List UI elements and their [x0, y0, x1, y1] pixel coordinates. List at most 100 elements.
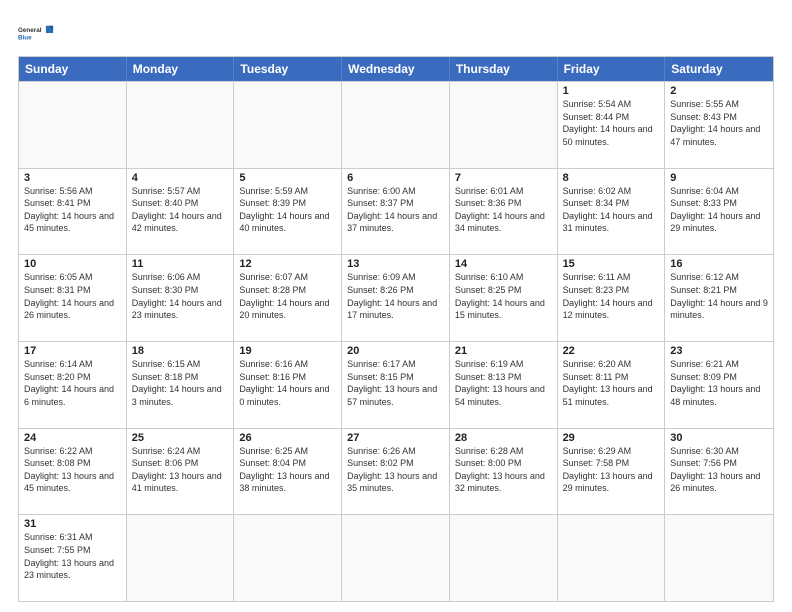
- calendar-cell: 1Sunrise: 5:54 AM Sunset: 8:44 PM Daylig…: [558, 82, 666, 168]
- logo: GeneralBlue: [18, 18, 54, 48]
- calendar-cell: [665, 515, 773, 601]
- cell-info: Sunrise: 6:20 AM Sunset: 8:11 PM Dayligh…: [563, 358, 660, 408]
- cell-info: Sunrise: 6:24 AM Sunset: 8:06 PM Dayligh…: [132, 445, 229, 495]
- calendar-cell: 9Sunrise: 6:04 AM Sunset: 8:33 PM Daylig…: [665, 169, 773, 255]
- header: GeneralBlue: [18, 18, 774, 48]
- calendar-row-5: 31Sunrise: 6:31 AM Sunset: 7:55 PM Dayli…: [19, 514, 773, 601]
- calendar-row-0: 1Sunrise: 5:54 AM Sunset: 8:44 PM Daylig…: [19, 81, 773, 168]
- day-number: 11: [132, 258, 229, 270]
- calendar-cell: 27Sunrise: 6:26 AM Sunset: 8:02 PM Dayli…: [342, 429, 450, 515]
- cell-info: Sunrise: 6:29 AM Sunset: 7:58 PM Dayligh…: [563, 445, 660, 495]
- day-number: 6: [347, 172, 444, 184]
- day-number: 19: [239, 345, 336, 357]
- cell-info: Sunrise: 6:06 AM Sunset: 8:30 PM Dayligh…: [132, 271, 229, 321]
- calendar-cell: 23Sunrise: 6:21 AM Sunset: 8:09 PM Dayli…: [665, 342, 773, 428]
- day-number: 14: [455, 258, 552, 270]
- cell-info: Sunrise: 6:05 AM Sunset: 8:31 PM Dayligh…: [24, 271, 121, 321]
- day-number: 20: [347, 345, 444, 357]
- calendar-cell: 19Sunrise: 6:16 AM Sunset: 8:16 PM Dayli…: [234, 342, 342, 428]
- calendar-cell: [127, 515, 235, 601]
- calendar-cell: 3Sunrise: 5:56 AM Sunset: 8:41 PM Daylig…: [19, 169, 127, 255]
- cell-info: Sunrise: 6:28 AM Sunset: 8:00 PM Dayligh…: [455, 445, 552, 495]
- cell-info: Sunrise: 6:04 AM Sunset: 8:33 PM Dayligh…: [670, 185, 768, 235]
- calendar-cell: 29Sunrise: 6:29 AM Sunset: 7:58 PM Dayli…: [558, 429, 666, 515]
- calendar-cell: 7Sunrise: 6:01 AM Sunset: 8:36 PM Daylig…: [450, 169, 558, 255]
- day-number: 8: [563, 172, 660, 184]
- cell-info: Sunrise: 6:14 AM Sunset: 8:20 PM Dayligh…: [24, 358, 121, 408]
- calendar-cell: [450, 515, 558, 601]
- calendar-row-3: 17Sunrise: 6:14 AM Sunset: 8:20 PM Dayli…: [19, 341, 773, 428]
- cell-info: Sunrise: 6:09 AM Sunset: 8:26 PM Dayligh…: [347, 271, 444, 321]
- cell-info: Sunrise: 6:26 AM Sunset: 8:02 PM Dayligh…: [347, 445, 444, 495]
- calendar-cell: 8Sunrise: 6:02 AM Sunset: 8:34 PM Daylig…: [558, 169, 666, 255]
- calendar-cell: 30Sunrise: 6:30 AM Sunset: 7:56 PM Dayli…: [665, 429, 773, 515]
- day-number: 16: [670, 258, 768, 270]
- cell-info: Sunrise: 6:19 AM Sunset: 8:13 PM Dayligh…: [455, 358, 552, 408]
- day-number: 28: [455, 432, 552, 444]
- day-number: 27: [347, 432, 444, 444]
- day-number: 21: [455, 345, 552, 357]
- cell-info: Sunrise: 6:25 AM Sunset: 8:04 PM Dayligh…: [239, 445, 336, 495]
- day-number: 10: [24, 258, 121, 270]
- calendar-cell: 16Sunrise: 6:12 AM Sunset: 8:21 PM Dayli…: [665, 255, 773, 341]
- cell-info: Sunrise: 6:17 AM Sunset: 8:15 PM Dayligh…: [347, 358, 444, 408]
- calendar-cell: [450, 82, 558, 168]
- day-number: 4: [132, 172, 229, 184]
- cell-info: Sunrise: 6:12 AM Sunset: 8:21 PM Dayligh…: [670, 271, 768, 321]
- cell-info: Sunrise: 6:22 AM Sunset: 8:08 PM Dayligh…: [24, 445, 121, 495]
- weekday-header-sunday: Sunday: [19, 57, 127, 81]
- day-number: 5: [239, 172, 336, 184]
- calendar-body: 1Sunrise: 5:54 AM Sunset: 8:44 PM Daylig…: [19, 81, 773, 601]
- day-number: 2: [670, 85, 768, 97]
- calendar-cell: 14Sunrise: 6:10 AM Sunset: 8:25 PM Dayli…: [450, 255, 558, 341]
- calendar-cell: [234, 515, 342, 601]
- day-number: 12: [239, 258, 336, 270]
- calendar-cell: [342, 515, 450, 601]
- cell-info: Sunrise: 5:55 AM Sunset: 8:43 PM Dayligh…: [670, 98, 768, 148]
- cell-info: Sunrise: 6:01 AM Sunset: 8:36 PM Dayligh…: [455, 185, 552, 235]
- calendar-cell: [342, 82, 450, 168]
- calendar: SundayMondayTuesdayWednesdayThursdayFrid…: [18, 56, 774, 602]
- weekday-header-wednesday: Wednesday: [342, 57, 450, 81]
- svg-text:Blue: Blue: [18, 34, 32, 41]
- day-number: 1: [563, 85, 660, 97]
- calendar-cell: 12Sunrise: 6:07 AM Sunset: 8:28 PM Dayli…: [234, 255, 342, 341]
- day-number: 7: [455, 172, 552, 184]
- calendar-cell: 17Sunrise: 6:14 AM Sunset: 8:20 PM Dayli…: [19, 342, 127, 428]
- day-number: 15: [563, 258, 660, 270]
- day-number: 31: [24, 518, 121, 530]
- day-number: 30: [670, 432, 768, 444]
- cell-info: Sunrise: 6:15 AM Sunset: 8:18 PM Dayligh…: [132, 358, 229, 408]
- calendar-row-4: 24Sunrise: 6:22 AM Sunset: 8:08 PM Dayli…: [19, 428, 773, 515]
- calendar-cell: 25Sunrise: 6:24 AM Sunset: 8:06 PM Dayli…: [127, 429, 235, 515]
- day-number: 9: [670, 172, 768, 184]
- cell-info: Sunrise: 6:11 AM Sunset: 8:23 PM Dayligh…: [563, 271, 660, 321]
- cell-info: Sunrise: 6:00 AM Sunset: 8:37 PM Dayligh…: [347, 185, 444, 235]
- calendar-cell: 4Sunrise: 5:57 AM Sunset: 8:40 PM Daylig…: [127, 169, 235, 255]
- calendar-cell: 15Sunrise: 6:11 AM Sunset: 8:23 PM Dayli…: [558, 255, 666, 341]
- cell-info: Sunrise: 5:57 AM Sunset: 8:40 PM Dayligh…: [132, 185, 229, 235]
- svg-text:General: General: [18, 27, 42, 34]
- calendar-row-2: 10Sunrise: 6:05 AM Sunset: 8:31 PM Dayli…: [19, 254, 773, 341]
- calendar-cell: 26Sunrise: 6:25 AM Sunset: 8:04 PM Dayli…: [234, 429, 342, 515]
- calendar-header-row: SundayMondayTuesdayWednesdayThursdayFrid…: [19, 57, 773, 81]
- cell-info: Sunrise: 6:07 AM Sunset: 8:28 PM Dayligh…: [239, 271, 336, 321]
- calendar-cell: 5Sunrise: 5:59 AM Sunset: 8:39 PM Daylig…: [234, 169, 342, 255]
- cell-info: Sunrise: 5:59 AM Sunset: 8:39 PM Dayligh…: [239, 185, 336, 235]
- cell-info: Sunrise: 6:10 AM Sunset: 8:25 PM Dayligh…: [455, 271, 552, 321]
- weekday-header-friday: Friday: [558, 57, 666, 81]
- calendar-cell: 11Sunrise: 6:06 AM Sunset: 8:30 PM Dayli…: [127, 255, 235, 341]
- cell-info: Sunrise: 6:31 AM Sunset: 7:55 PM Dayligh…: [24, 531, 121, 581]
- calendar-cell: 2Sunrise: 5:55 AM Sunset: 8:43 PM Daylig…: [665, 82, 773, 168]
- cell-info: Sunrise: 6:16 AM Sunset: 8:16 PM Dayligh…: [239, 358, 336, 408]
- calendar-cell: 21Sunrise: 6:19 AM Sunset: 8:13 PM Dayli…: [450, 342, 558, 428]
- calendar-cell: [234, 82, 342, 168]
- calendar-cell: 18Sunrise: 6:15 AM Sunset: 8:18 PM Dayli…: [127, 342, 235, 428]
- day-number: 25: [132, 432, 229, 444]
- generalblue-logo-icon: GeneralBlue: [18, 18, 54, 48]
- calendar-cell: 13Sunrise: 6:09 AM Sunset: 8:26 PM Dayli…: [342, 255, 450, 341]
- day-number: 3: [24, 172, 121, 184]
- day-number: 18: [132, 345, 229, 357]
- weekday-header-monday: Monday: [127, 57, 235, 81]
- cell-info: Sunrise: 6:30 AM Sunset: 7:56 PM Dayligh…: [670, 445, 768, 495]
